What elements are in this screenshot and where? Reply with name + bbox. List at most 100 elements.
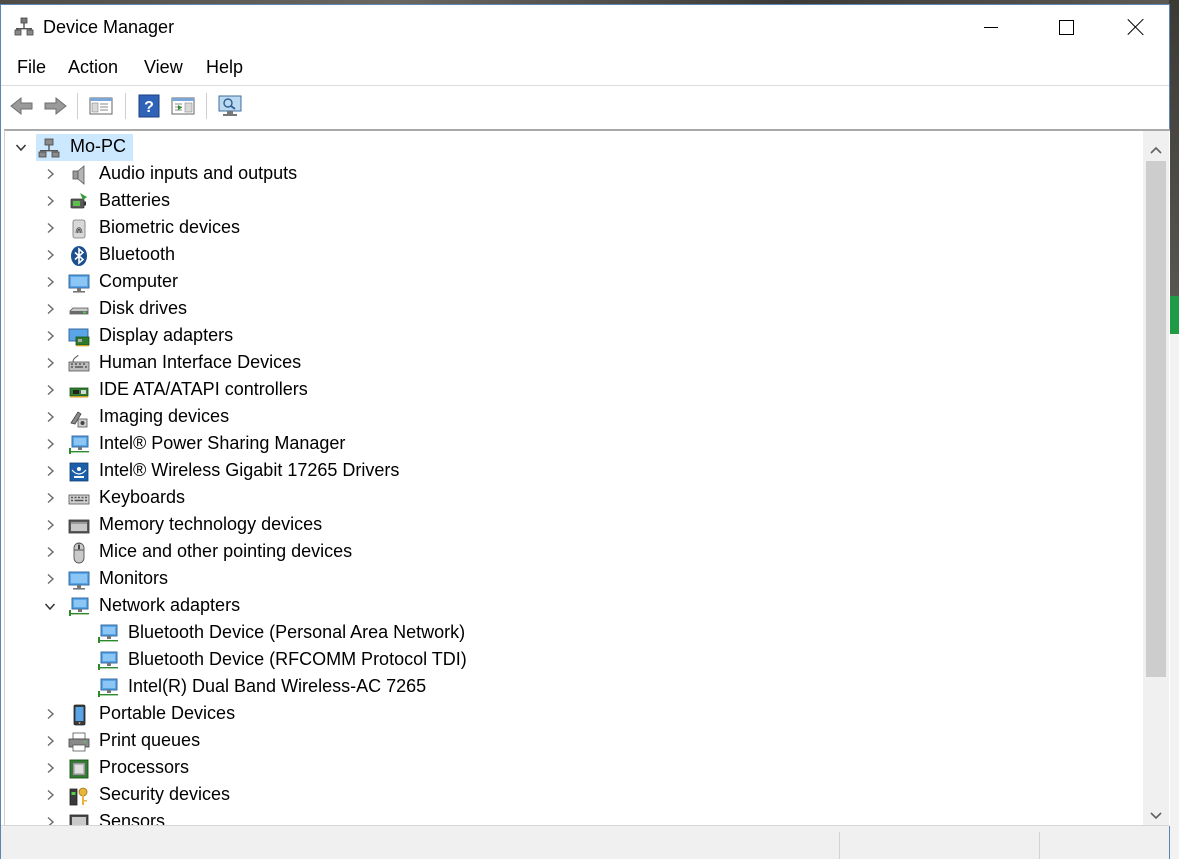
expand-toggle[interactable] [42, 328, 58, 344]
scroll-up-button[interactable] [1143, 137, 1169, 163]
tree-category-node[interactable]: Audio inputs and outputs [5, 161, 1143, 188]
chevron-right-icon [47, 357, 54, 369]
expand-toggle[interactable] [42, 301, 58, 317]
expand-toggle[interactable] [42, 706, 58, 722]
tree-category-node[interactable]: Disk drives [5, 296, 1143, 323]
scan-hardware-button[interactable] [217, 94, 243, 118]
collapse-toggle[interactable] [13, 139, 29, 155]
menu-help[interactable]: Help [206, 57, 243, 78]
chevron-right-icon [47, 195, 54, 207]
expand-toggle[interactable] [42, 517, 58, 533]
expand-toggle[interactable] [42, 490, 58, 506]
expand-toggle[interactable] [42, 571, 58, 587]
tree-category-node[interactable]: Keyboards [5, 485, 1143, 512]
tree-item-label: Print queues [99, 730, 201, 750]
device-manager-icon [14, 17, 34, 36]
expand-toggle[interactable] [42, 733, 58, 749]
tree-category-node[interactable]: Display adapters [5, 323, 1143, 350]
tree-category-node[interactable]: Biometric devices [5, 215, 1143, 242]
expand-toggle[interactable] [42, 787, 58, 803]
tree-item-icon [68, 434, 90, 456]
tree-item-label: Disk drives [99, 298, 188, 318]
tree-item-icon [68, 245, 90, 267]
expand-toggle[interactable] [42, 382, 58, 398]
minimize-button[interactable] [956, 5, 1026, 49]
tree-item-icon [68, 569, 90, 591]
tree-category-node[interactable]: Processors [5, 755, 1143, 782]
tree-category-node[interactable]: Monitors [5, 566, 1143, 593]
tree-item-label: Imaging devices [99, 406, 230, 426]
maximize-button[interactable] [1031, 5, 1101, 49]
tree-item-icon [68, 353, 90, 375]
window-title: Device Manager [43, 17, 175, 37]
close-button[interactable] [1101, 5, 1171, 49]
tree-root-node[interactable]: Mo-PC [5, 134, 1143, 161]
tree-category-node[interactable]: Bluetooth [5, 242, 1143, 269]
status-divider [839, 832, 840, 859]
chevron-right-icon [47, 573, 54, 585]
tree-item-label: Monitors [99, 568, 169, 588]
back-button[interactable] [9, 94, 35, 118]
vertical-scrollbar[interactable] [1143, 131, 1169, 826]
scroll-down-button[interactable] [1143, 803, 1169, 826]
expand-toggle[interactable] [42, 193, 58, 209]
menu-view[interactable]: View [144, 57, 183, 78]
expand-toggle[interactable] [42, 220, 58, 236]
mouse-icon [73, 542, 85, 564]
chevron-up-icon [1150, 146, 1162, 154]
tree-category-node[interactable]: IDE ATA/ATAPI controllers [5, 377, 1143, 404]
chevron-right-icon [47, 708, 54, 720]
display-adapter-icon [68, 328, 90, 347]
tree-category-node[interactable]: Print queues [5, 728, 1143, 755]
help-button[interactable]: ? [136, 94, 162, 118]
show-hide-console-tree-button[interactable] [88, 94, 114, 118]
processor-icon [69, 759, 89, 779]
tree-category-node[interactable]: Intel® Wireless Gigabit 17265 Drivers [5, 458, 1143, 485]
menu-action[interactable]: Action [68, 57, 118, 78]
tree-device-node[interactable]: Bluetooth Device (RFCOMM Protocol TDI) [5, 647, 1143, 674]
wireless-icon [69, 462, 89, 482]
expand-toggle[interactable] [42, 355, 58, 371]
expand-toggle[interactable] [42, 409, 58, 425]
menu-file[interactable]: File [17, 57, 46, 78]
tree-category-node[interactable]: Human Interface Devices [5, 350, 1143, 377]
expand-toggle[interactable] [42, 544, 58, 560]
chevron-right-icon [47, 303, 54, 315]
console-tree-icon [89, 97, 113, 115]
tree-item-icon [68, 299, 90, 321]
forward-button[interactable] [42, 94, 68, 118]
tree-category-node[interactable]: Intel® Power Sharing Manager [5, 431, 1143, 458]
tree-category-node[interactable]: Mice and other pointing devices [5, 539, 1143, 566]
chevron-right-icon [47, 330, 54, 342]
tree-item-icon [68, 542, 90, 564]
tree-category-node[interactable]: Imaging devices [5, 404, 1143, 431]
close-icon [1128, 19, 1144, 35]
tree-item-label: Human Interface Devices [99, 352, 302, 372]
scroll-thumb[interactable] [1146, 161, 1166, 677]
tree-category-node[interactable]: Memory technology devices [5, 512, 1143, 539]
expand-toggle[interactable] [42, 436, 58, 452]
tree-category-node[interactable]: Security devices [5, 782, 1143, 809]
tree-category-node[interactable]: Batteries [5, 188, 1143, 215]
tree-item-label: Biometric devices [99, 217, 241, 237]
expand-toggle[interactable] [42, 274, 58, 290]
tree-item-icon [68, 164, 90, 186]
tree-device-node[interactable]: Intel(R) Dual Band Wireless-AC 7265 [5, 674, 1143, 701]
expand-toggle[interactable] [42, 463, 58, 479]
tree-item-icon [68, 812, 90, 826]
sensor-icon [69, 814, 89, 826]
collapse-toggle[interactable] [42, 598, 58, 614]
security-key-icon [69, 787, 88, 806]
chevron-right-icon [47, 789, 54, 801]
tree-category-node[interactable]: Portable Devices [5, 701, 1143, 728]
expand-toggle[interactable] [42, 247, 58, 263]
tree-category-node[interactable]: Computer [5, 269, 1143, 296]
title-bar[interactable]: Device Manager [1, 5, 1169, 49]
tree-device-node[interactable]: Bluetooth Device (Personal Area Network) [5, 620, 1143, 647]
expand-toggle[interactable] [42, 166, 58, 182]
tree-category-node[interactable]: Sensors [5, 809, 1143, 826]
tree-category-node[interactable]: Network adapters [5, 593, 1143, 620]
action-pane-button[interactable] [170, 94, 196, 118]
chevron-right-icon [47, 735, 54, 747]
expand-toggle[interactable] [42, 760, 58, 776]
